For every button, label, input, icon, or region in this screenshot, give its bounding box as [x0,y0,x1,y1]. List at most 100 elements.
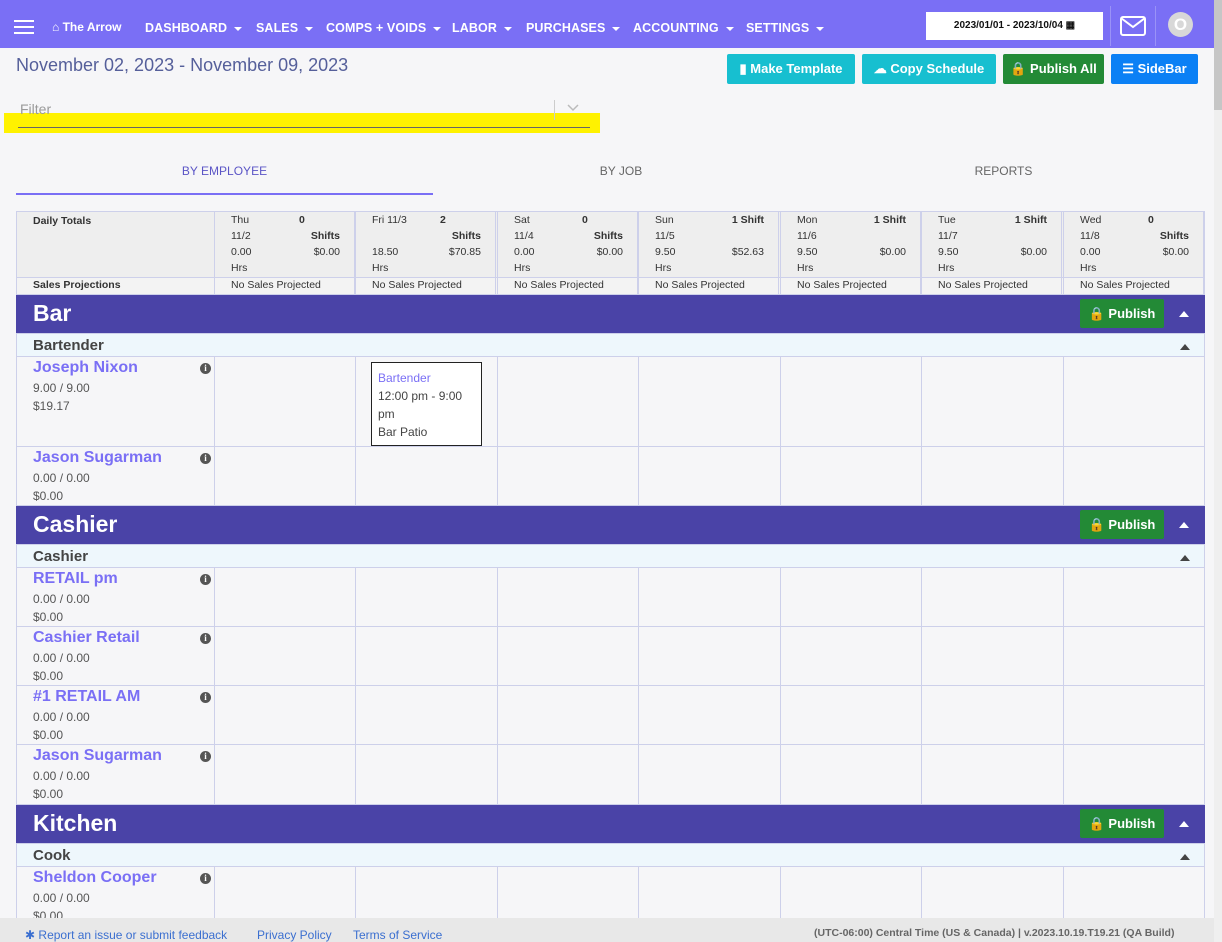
day-hours: 0.00 [1080,246,1101,258]
employee-name[interactable]: Joseph Nixon [33,359,138,377]
employee-cost: $0.00 [33,787,64,801]
page-title: November 02, 2023 - November 09, 2023 [16,55,349,75]
day-hours: 0.00 [514,246,535,258]
brand-link[interactable]: ⌂ The Arrow [52,20,122,34]
filter-input[interactable]: Filter [20,101,51,117]
department-header-bar: Bar 🔒 Publish [16,295,1205,333]
nav-accounting[interactable]: ACCOUNTING [633,21,734,35]
messages-button[interactable] [1110,6,1156,46]
page-scrollbar[interactable] [1214,0,1222,942]
day-hours-label: Hrs [655,262,672,274]
collapse-icon[interactable] [1180,854,1190,860]
nav-dashboard[interactable]: DASHBOARD [145,21,243,35]
nav-label: LABOR [452,21,497,35]
employee-name[interactable]: Jason Sugarman [33,747,162,765]
day-date: 11/8 [1080,230,1100,242]
day-hours-label: Hrs [372,262,389,274]
user-avatar[interactable]: O [1168,12,1193,37]
day-sales-projection: No Sales Projected [797,279,887,291]
job-header-cashier: Cashier [16,544,1205,568]
copy-schedule-button[interactable]: ☁ Copy Schedule [862,54,996,84]
collapse-icon[interactable] [1179,821,1189,827]
collapse-icon[interactable] [1179,311,1189,317]
publish-button[interactable]: 🔒 Publish [1080,299,1164,328]
collapse-icon[interactable] [1180,344,1190,350]
day-hours-label: Hrs [514,262,531,274]
day-hours: 9.50 [655,246,676,258]
day-total-cell: Sat 11/4 0 Shifts 0.00 $0.00 Hrs No Sales Proje… [497,211,638,295]
info-icon[interactable]: i [200,574,211,585]
info-icon[interactable]: i [200,692,211,703]
collapse-icon[interactable] [1180,555,1190,561]
job-header-cook: Cook [16,843,1205,867]
info-icon[interactable]: i [200,873,211,884]
make-template-button[interactable]: ▮ Make Template [727,54,855,84]
employee-name[interactable]: Jason Sugarman [33,449,162,467]
day-amount: $70.85 [448,246,481,258]
nav-label: COMPS + VOIDS [326,21,427,35]
day-hours: 9.50 [938,246,959,258]
day-hours: 0.00 [231,246,252,258]
employee-name[interactable]: #1 RETAIL AM [33,688,140,706]
date-range-picker[interactable]: 2023/01/01 - 2023/10/04 ▦ [926,12,1103,40]
employee-hours: 0.00 / 0.00 [33,471,90,485]
employee-cost: $0.00 [33,669,64,683]
nav-labor[interactable]: LABOR [452,21,512,35]
day-shifts: 0 [1148,214,1154,226]
department-name: Kitchen [33,810,118,836]
timezone-version-info: (UTC-06:00) Central Time (US & Canada) |… [814,927,1175,939]
nav-settings[interactable]: SETTINGS [746,21,825,35]
list-icon: ☰ [1122,61,1134,76]
button-label: Make Template [750,61,843,76]
employee-cost: $0.00 [33,489,64,503]
day-total-cell: Tue 11/7 1 Shift 9.50 $0.00 Hrs No Sales Proje… [921,211,1062,295]
day-sales-projection: No Sales Projected [514,279,604,291]
day-shifts-label: Shifts [1159,230,1189,242]
collapse-icon[interactable] [1179,522,1189,528]
publish-all-button[interactable]: 🔒 Publish All [1003,54,1104,84]
day-hours-label: Hrs [231,262,248,274]
report-issue-link[interactable]: ✱ Report an issue or submit feedback [25,928,227,942]
lock-icon: 🔒 [1088,306,1105,321]
job-name: Cashier [33,548,89,565]
day-label: Sun [655,214,674,226]
chevron-down-icon[interactable] [567,102,579,112]
info-icon[interactable]: i [200,363,211,374]
nav-purchases[interactable]: PURCHASES [526,21,621,35]
caret-down-icon [305,26,314,31]
day-shifts: 0 [582,214,588,226]
employee-name[interactable]: Cashier Retail [33,629,140,647]
day-amount: $0.00 [596,246,623,258]
employee-row: Joseph Nixon 9.00 / 9.00 $19.17 i [16,357,1205,447]
day-label: Sat [514,214,530,226]
employee-row: Jason Sugarman 0.00 / 0.00 $0.00 i [16,447,1205,506]
nav-comps-voids[interactable]: COMPS + VOIDS [326,21,442,35]
hamburger-menu-icon[interactable] [14,20,34,34]
terms-of-service-link[interactable]: Terms of Service [353,928,442,942]
day-date: 11/2 [231,230,251,242]
privacy-policy-link[interactable]: Privacy Policy [257,928,332,942]
day-label: Wed [1080,214,1102,226]
publish-button[interactable]: 🔒 Publish [1080,809,1164,838]
publish-button[interactable]: 🔒 Publish [1080,510,1164,539]
employee-name[interactable]: Sheldon Cooper [33,869,157,887]
caret-down-icon [725,26,734,31]
tab-reports[interactable]: REPORTS [809,164,1198,178]
employee-name[interactable]: RETAIL pm [33,570,118,588]
tab-by-employee[interactable]: BY EMPLOYEE [16,164,433,178]
calendar-icon: ▦ [1065,20,1076,31]
sidebar-button[interactable]: ☰ SideBar [1111,54,1198,84]
page-scrollbar-thumb[interactable] [1214,0,1222,110]
day-total-cell: Thu 11/2 0 Shifts 0.00 $0.00 Hrs No Sales Proje… [214,211,355,295]
info-icon[interactable]: i [200,453,211,464]
info-icon[interactable]: i [200,633,211,644]
tab-by-job[interactable]: BY JOB [433,164,809,178]
nav-sales[interactable]: SALES [256,21,314,35]
day-amount: $0.00 [879,246,906,258]
day-label: Mon [797,214,818,226]
day-hours-label: Hrs [1080,262,1097,274]
info-icon[interactable]: i [200,751,211,762]
employee-row: #1 RETAIL AM 0.00 / 0.00 $0.00 i [16,686,1205,745]
caret-down-icon [503,26,512,31]
shift-card[interactable]: Bartender 12:00 pm - 9:00 pm Bar Patio [371,362,482,446]
